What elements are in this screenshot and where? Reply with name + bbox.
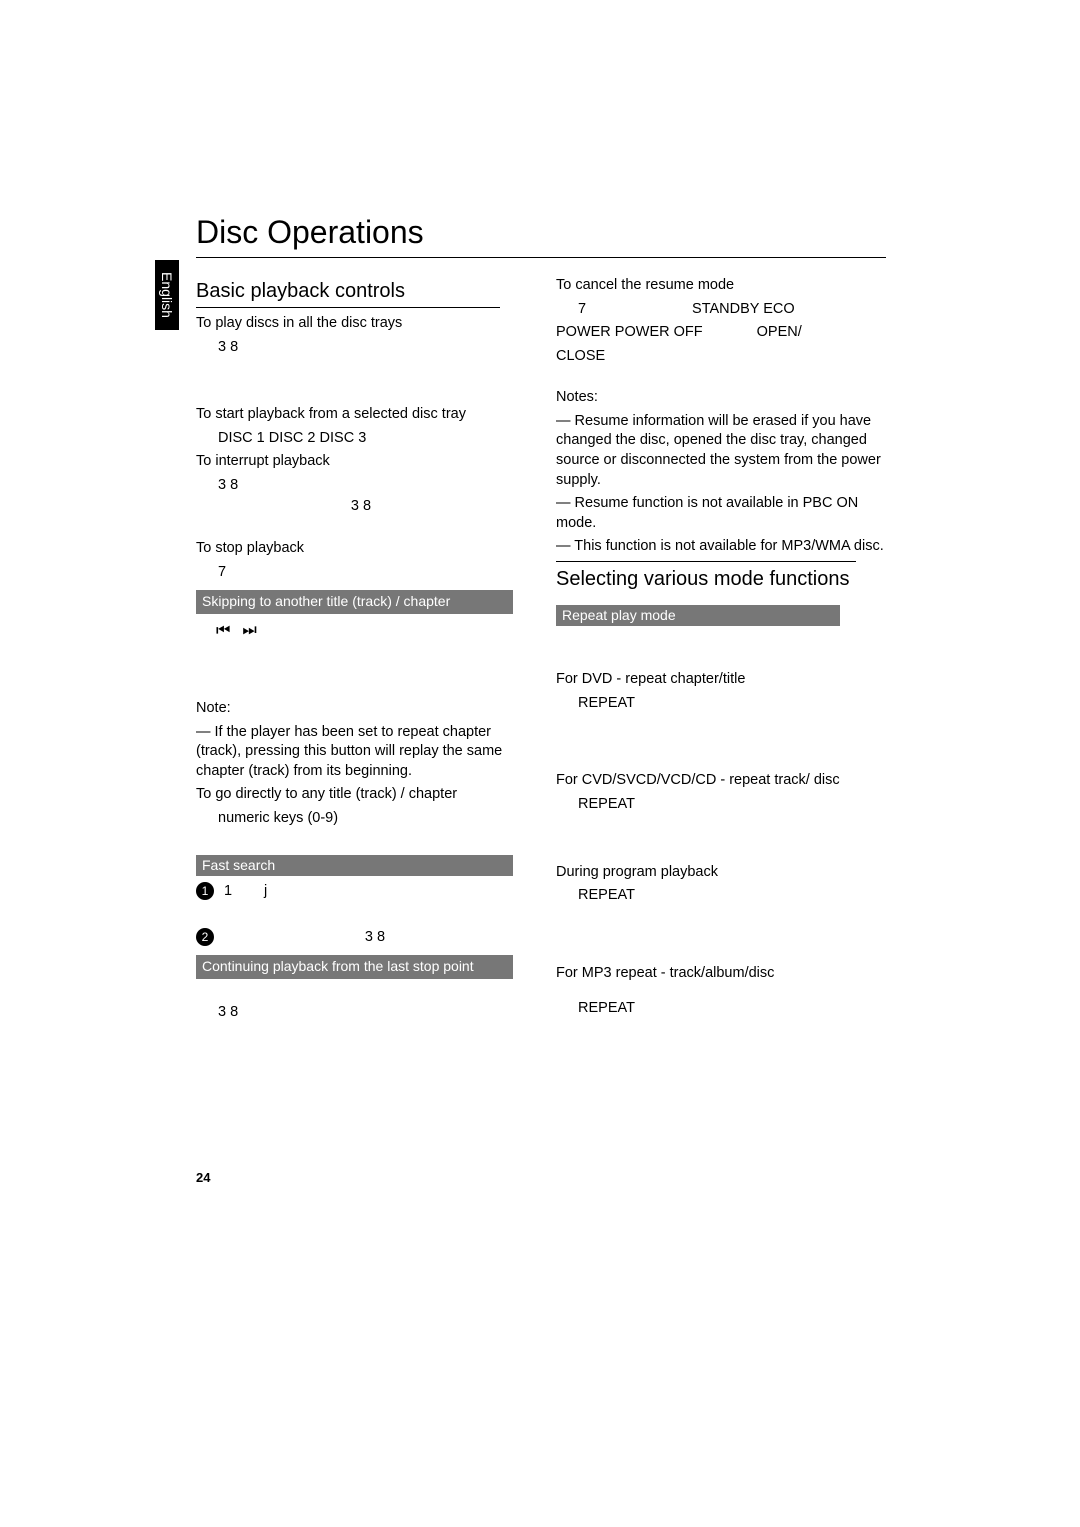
note-3: — This function is not available for MP3… <box>556 537 886 557</box>
cancel-line-3: CLOSE <box>556 347 886 367</box>
page-number: 24 <box>196 1170 210 1185</box>
label-goto: To go directly to any title (track) / ch… <box>196 785 526 805</box>
bar-skipping: Skipping to another title (track) / chap… <box>196 590 513 614</box>
columns: Basic playback controls To play discs in… <box>196 272 940 1026</box>
value-stop: 7 <box>196 563 526 583</box>
value-continuing: 3 8 <box>196 1003 526 1023</box>
content-area: Disc Operations Basic playback controls … <box>150 214 940 1026</box>
note-2: — Resume function is not available in PB… <box>556 494 886 533</box>
step-1-val-a: 1 <box>224 882 260 902</box>
heading-selecting-modes: Selecting various mode functions <box>556 566 860 595</box>
value-start-tray: DISC 1 DISC 2 DISC 3 <box>196 429 526 449</box>
cancel-val-7: 7 <box>556 300 618 320</box>
cancel-line-1: 7 STANDBY ECO <box>556 300 886 320</box>
left-column: Basic playback controls To play discs in… <box>196 272 526 1026</box>
cancel-val-open: OPEN/ <box>707 324 802 340</box>
step-2-body: 3 8 <box>224 928 526 948</box>
value-mp3-repeat: REPEAT <box>556 999 886 1019</box>
heading-basic-playback: Basic playback controls <box>196 278 500 308</box>
skip-icons: ⏮⏭ <box>196 620 526 642</box>
label-cvd-repeat: For CVD/SVCD/VCD/CD - repeat track/ disc <box>556 771 886 791</box>
value-prog-repeat: REPEAT <box>556 886 886 906</box>
step-1-val-b: j <box>264 883 267 899</box>
value-goto: numeric keys (0-9) <box>196 809 526 829</box>
step-1-body: 1 j <box>224 882 526 902</box>
label-dvd-repeat: For DVD - repeat chapter/title <box>556 670 886 690</box>
value-interrupt-1: 3 8 <box>196 476 526 496</box>
note-1: — Resume information will be erased if y… <box>556 412 886 490</box>
step-1-row: 1 1 j <box>196 882 526 902</box>
bar-fast-search: Fast search <box>196 855 513 877</box>
next-track-icon: ⏭ <box>242 622 268 639</box>
label-cancel-resume: To cancel the resume mode <box>556 276 886 296</box>
value-dvd-repeat: REPEAT <box>556 694 886 714</box>
value-interrupt-2: 3 8 <box>196 497 526 517</box>
step-1-bullet: 1 <box>196 882 214 900</box>
label-play-all: To play discs in all the disc trays <box>196 314 526 334</box>
note-body: — If the player has been set to repeat c… <box>196 723 526 782</box>
section-rule <box>556 561 856 562</box>
title-rule <box>196 257 886 258</box>
cancel-val-power: POWER POWER OFF <box>556 324 703 340</box>
bar-continuing: Continuing playback from the last stop p… <box>196 955 513 979</box>
prev-track-icon: ⏮ <box>216 622 242 639</box>
right-column: To cancel the resume mode 7 STANDBY ECO … <box>556 272 886 1026</box>
label-start-tray: To start playback from a selected disc t… <box>196 405 526 425</box>
cancel-val-standby: STANDBY ECO <box>622 301 795 317</box>
label-interrupt: To interrupt playback <box>196 452 526 472</box>
notes-label: Notes: <box>556 388 886 408</box>
step-2-bullet: 2 <box>196 928 214 946</box>
manual-page: English Disc Operations Basic playback c… <box>0 0 1080 1527</box>
note-label: Note: <box>196 699 526 719</box>
step-2-row: 2 3 8 <box>196 928 526 948</box>
label-mp3-repeat: For MP3 repeat - track/album/disc <box>556 964 886 984</box>
cancel-line-2: POWER POWER OFF OPEN/ <box>556 323 886 343</box>
label-stop: To stop playback <box>196 539 526 559</box>
value-play-all: 3 8 <box>196 338 526 358</box>
value-cvd-repeat: REPEAT <box>556 795 886 815</box>
bar-repeat-play: Repeat play mode <box>556 605 840 627</box>
label-prog-repeat: During program playback <box>556 863 886 883</box>
page-title: Disc Operations <box>196 214 940 253</box>
